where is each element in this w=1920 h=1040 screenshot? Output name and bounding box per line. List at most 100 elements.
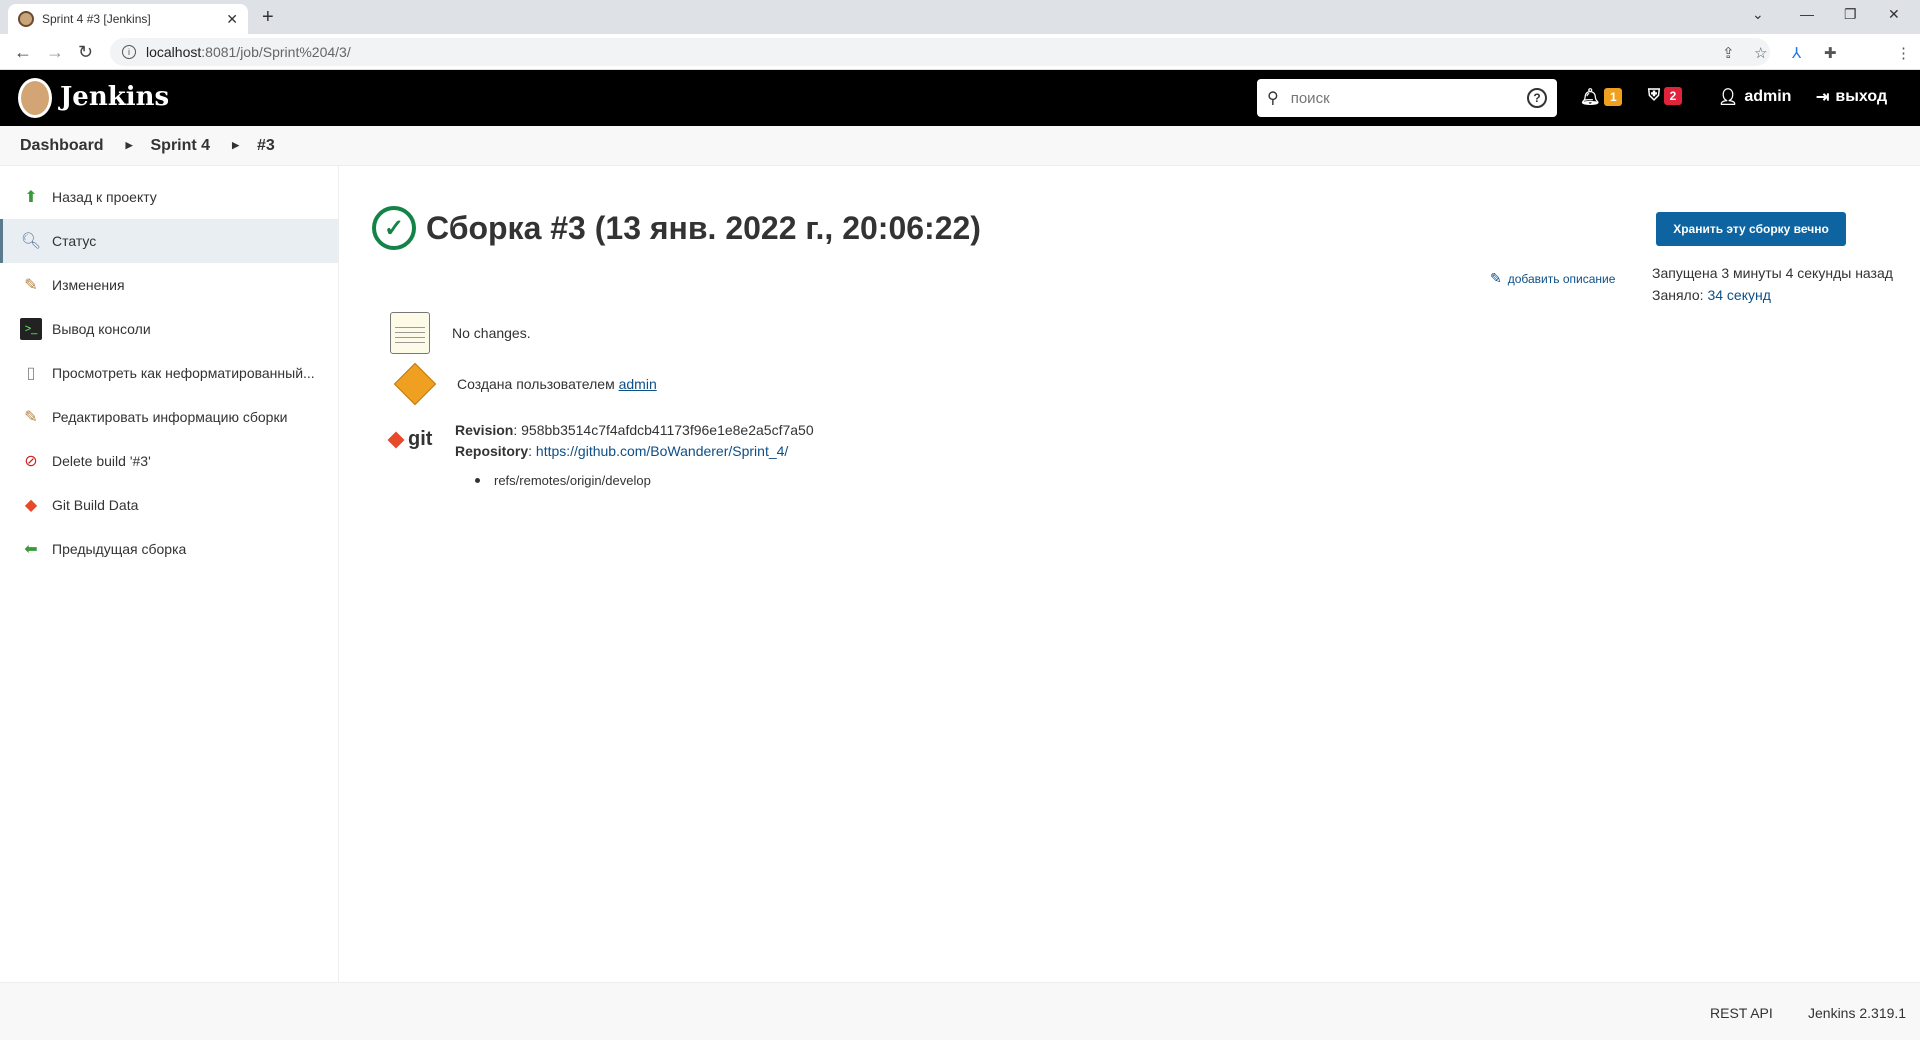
sidebar-item-label: Вывод консоли [52, 321, 151, 337]
browser-address-bar: ← → ↻ i localhost:8081/job/Sprint%204/3/… [0, 34, 1920, 96]
back-icon[interactable]: ← [14, 42, 32, 63]
changes-row: No changes. [390, 312, 531, 354]
notifications-badge: 1 [1604, 88, 1623, 106]
url-bar[interactable]: i localhost:8081/job/Sprint%204/3/ [110, 38, 1770, 66]
minimize-icon[interactable]: — [1800, 6, 1814, 22]
sidebar-item-back-to-project[interactable]: ⬆ Назад к проекту [0, 175, 338, 219]
edit-notepad-icon: ✎ [24, 409, 38, 426]
sidebar-item-status[interactable]: 🔍︎ Статус [0, 219, 338, 263]
user-menu[interactable]: 👤︎ admin [1718, 87, 1791, 107]
git-revision-block: Revision: 958bb3514c7f4afdcb41173f96e1e8… [455, 422, 814, 459]
repository-link[interactable]: https://github.com/BoWanderer/Sprint_4/ [536, 443, 788, 459]
tab-search-icon[interactable]: ⌄ [1752, 6, 1764, 23]
created-by-user-link[interactable]: admin [619, 376, 657, 392]
terminal-icon: >_ [20, 318, 42, 340]
extension-app-icon[interactable]: ⅄ [1792, 44, 1801, 62]
sidebar-item-view-plain[interactable]: ▯ Просмотреть как неформатированный... [0, 351, 338, 395]
main-content: ✓ Сборка #3 (13 янв. 2022 г., 20:06:22) … [340, 166, 1920, 982]
bullet-icon [475, 478, 480, 483]
breadcrumb: Dashboard ▶ Sprint 4 ▶ #3 [0, 126, 1920, 166]
git-logo-text: git [408, 428, 433, 450]
help-icon[interactable]: ? [1527, 88, 1547, 108]
left-arrow-icon: ⬅ [24, 541, 38, 558]
window-close-icon[interactable]: ✕ [1888, 6, 1900, 23]
revision-label: Revision [455, 422, 514, 438]
sidebar-item-label: Предыдущая сборка [52, 541, 187, 557]
no-entry-icon: ⊘ [24, 453, 38, 470]
search-icon: ⚲ [1267, 90, 1279, 107]
security-warnings-button[interactable]: ⛨ 2 [1648, 87, 1683, 105]
shield-alert-icon: ⛨ [1648, 87, 1661, 104]
document-icon: ▯ [26, 365, 36, 382]
search-input[interactable] [1290, 89, 1527, 107]
notifications-button[interactable]: 🔔︎ 1 [1580, 87, 1623, 107]
reload-icon[interactable]: ↻ [78, 42, 93, 63]
sidebar-item-label: Git Build Data [52, 497, 139, 513]
duration-link[interactable]: 34 секунд [1707, 287, 1770, 303]
sidebar-item-previous-build[interactable]: ⬅ Предыдущая сборка [0, 527, 338, 571]
site-info-icon[interactable]: i [122, 45, 136, 59]
sidebar-item-label: Просмотреть как неформатированный... [52, 365, 315, 381]
sidebar-item-console-output[interactable]: >_ Вывод консоли [0, 307, 338, 351]
took-label: Заняло: [1652, 287, 1704, 303]
keep-build-forever-button[interactable]: Хранить эту сборку вечно [1656, 212, 1846, 246]
breadcrumb-separator-icon[interactable]: ▶ [126, 140, 133, 151]
notepad-icon [390, 312, 430, 354]
sidebar-item-delete-build[interactable]: ⊘ Delete build '#3' [0, 439, 338, 483]
sidebar-item-label: Delete build '#3' [52, 453, 151, 469]
sidebar-item-edit-build-info[interactable]: ✎ Редактировать информацию сборки [0, 395, 338, 439]
repository-label: Repository [455, 443, 529, 459]
user-name: admin [1744, 88, 1792, 105]
add-description-link[interactable]: ✎ добавить описание [1490, 270, 1615, 287]
created-by-label: Создана пользователем [457, 376, 615, 392]
footer: REST API Jenkins 2.319.1 [0, 982, 1920, 1040]
sidebar-item-label: Назад к проекту [52, 189, 157, 205]
build-timing: Запущена 3 минуты 4 секунды назад Заняло… [1652, 262, 1893, 306]
forward-icon[interactable]: → [46, 42, 64, 63]
extensions-puzzle-icon[interactable]: ✚ [1824, 44, 1837, 62]
revision-value: : 958bb3514c7f4afdcb41173f96e1e8e2a5cf7a… [513, 422, 814, 438]
logout-button[interactable]: ⇥ выход [1816, 87, 1887, 107]
page-title: Сборка #3 (13 янв. 2022 г., 20:06:22) [426, 209, 981, 246]
user-cause-icon [393, 362, 437, 406]
up-arrow-icon: ⬆ [24, 189, 38, 206]
search-box: ⚲ ? [1257, 79, 1557, 117]
breadcrumb-separator-icon[interactable]: ▶ [232, 140, 239, 151]
cause-row: Создана пользователем admin [390, 362, 657, 406]
branch-name: refs/remotes/origin/develop [494, 473, 651, 488]
new-tab-icon[interactable]: + [262, 6, 274, 29]
notepad-icon: ✎ [24, 277, 38, 294]
started-ago: Запущена 3 минуты 4 секунды назад [1652, 265, 1893, 281]
sidebar-item-changes[interactable]: ✎ Изменения [0, 263, 338, 307]
jenkins-brand[interactable]: Jenkins [60, 82, 169, 112]
sidebar: ⬆ Назад к проекту 🔍︎ Статус ✎ Изменения … [0, 166, 339, 982]
jenkins-header: Jenkins ⚲ ? 🔔︎ 1 ⛨ 2 👤︎ admin ⇥ выход [0, 70, 1920, 126]
jenkins-favicon-icon [18, 11, 34, 27]
restore-icon[interactable]: ❐ [1844, 6, 1857, 23]
breadcrumb-dashboard[interactable]: Dashboard [20, 137, 104, 155]
sidebar-item-label: Редактировать информацию сборки [52, 409, 288, 425]
bell-icon: 🔔︎ [1580, 89, 1601, 106]
browser-menu-icon[interactable]: ⋮ [1896, 44, 1911, 62]
logout-icon: ⇥ [1816, 89, 1830, 106]
pencil-icon: ✎ [1490, 270, 1502, 286]
breadcrumb-job[interactable]: Sprint 4 [151, 137, 211, 155]
sidebar-item-label: Изменения [52, 277, 125, 293]
jenkins-version-link[interactable]: Jenkins 2.319.1 [1808, 1005, 1906, 1021]
bookmark-star-icon[interactable]: ☆ [1754, 44, 1767, 62]
close-tab-icon[interactable]: ✕ [226, 11, 238, 28]
security-badge: 2 [1664, 87, 1683, 105]
rest-api-link[interactable]: REST API [1710, 1005, 1773, 1021]
breadcrumb-build[interactable]: #3 [257, 137, 275, 155]
url-host: localhost [146, 44, 202, 60]
share-icon[interactable]: ⇪ [1722, 44, 1735, 62]
jenkins-logo-icon[interactable] [18, 78, 52, 118]
tab-title: Sprint 4 #3 [Jenkins] [42, 12, 151, 26]
success-check-icon: ✓ [372, 206, 416, 250]
user-icon: 👤︎ [1718, 89, 1739, 106]
browser-tab[interactable]: Sprint 4 #3 [Jenkins] ✕ [8, 4, 248, 34]
git-row: git [387, 428, 452, 451]
sidebar-item-git-build-data[interactable]: ◆ Git Build Data [0, 483, 338, 527]
build-title: ✓ Сборка #3 (13 янв. 2022 г., 20:06:22) [372, 206, 981, 250]
no-changes-text: No changes. [452, 325, 531, 341]
